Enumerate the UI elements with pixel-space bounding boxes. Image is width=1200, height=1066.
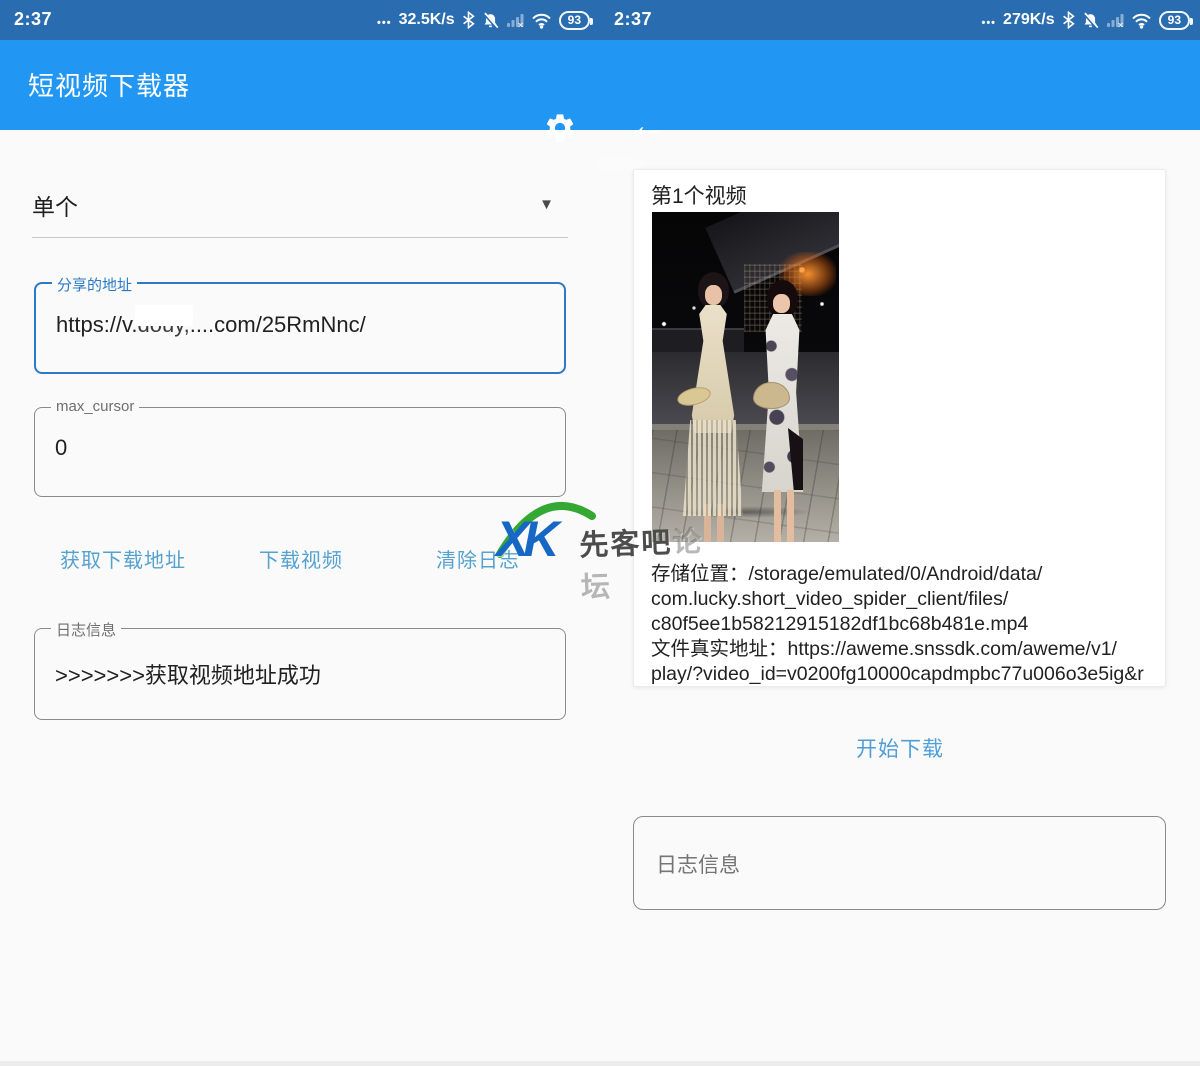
clock: 2:37 <box>14 9 52 30</box>
max-cursor-field[interactable]: max_cursor 0 <box>34 407 566 497</box>
download-video-button[interactable]: 下载视频 <box>259 544 343 573</box>
get-download-url-button[interactable]: 获取下载地址 <box>60 544 186 573</box>
share-url-field[interactable]: 分享的地址 https://v.douy,....com/25RmNnc/ <box>34 282 566 374</box>
storage-path-text: 存储位置：/storage/emulated/0/Android/data/ c… <box>651 563 1042 635</box>
fan-right <box>753 382 790 409</box>
download-log-box[interactable]: 日志信息 <box>633 816 1166 910</box>
mode-dropdown[interactable]: 单个 ▼ <box>32 188 568 238</box>
battery-icon: 93 <box>1159 11 1190 30</box>
wifi-icon <box>1131 12 1152 29</box>
status-bar-right: 2:37 ••• 279K/s 93 <box>600 0 1200 40</box>
wifi-icon <box>531 12 552 29</box>
back-arrow-icon[interactable]: ← <box>626 104 670 148</box>
battery-icon: 93 <box>559 11 590 30</box>
page-title: 短视频下载器 <box>28 66 190 103</box>
status-bar-left: 2:37 ••• 32.5K/s 93 <box>0 0 600 40</box>
share-url-label: 分享的地址 <box>52 274 137 295</box>
real-file-url-text: 文件真实地址：https://aweme.snssdk.com/aweme/v1… <box>651 638 1144 684</box>
dropdown-underline <box>32 237 568 238</box>
screenshot-bottom-edge <box>0 1061 1200 1066</box>
network-speed: 32.5K/s <box>399 11 455 29</box>
log-info-label: 日志信息 <box>51 619 121 640</box>
mute-bell-icon <box>482 12 499 29</box>
chevron-down-icon: ▼ <box>539 196 554 213</box>
clear-log-button[interactable]: 清除日志 <box>436 544 520 573</box>
max-cursor-value: 0 <box>55 435 67 461</box>
settings-gear-icon[interactable] <box>543 111 577 145</box>
start-download-button[interactable]: 开始下载 <box>600 733 1200 763</box>
video-file-info: 存储位置：/storage/emulated/0/Android/data/ c… <box>651 562 1153 684</box>
app-bar: 短视频下载器 ← <box>0 40 1200 130</box>
censored-url-segment: douy, <box>138 312 190 338</box>
app-screen: 2:37 ••• 32.5K/s 93 2:37 ••• 279K/s 93 短… <box>0 0 1200 1066</box>
video-card-title: 第1个视频 <box>651 180 747 210</box>
video-result-card: 第1个视频 存储位置：/storage/emulated/0/Android/ <box>633 169 1166 687</box>
network-activity-dots: ••• <box>377 17 392 29</box>
share-url-value: https://v.douy,....com/25RmNnc/ <box>56 312 366 338</box>
signal-icon <box>506 12 524 28</box>
network-speed: 279K/s <box>1003 11 1055 29</box>
log-info-field[interactable]: 日志信息 >>>>>>>获取视频地址成功 <box>34 628 566 720</box>
bluetooth-icon <box>1062 11 1075 29</box>
max-cursor-label: max_cursor <box>51 398 139 415</box>
signal-icon <box>1106 12 1124 28</box>
log-info-value: >>>>>>>获取视频地址成功 <box>55 658 321 690</box>
bluetooth-icon <box>462 11 475 29</box>
woman-right-figure <box>752 280 816 530</box>
mute-bell-icon <box>1082 12 1099 29</box>
mode-dropdown-value: 单个 <box>32 194 78 220</box>
download-log-placeholder: 日志信息 <box>656 849 740 879</box>
clock: 2:37 <box>614 9 652 30</box>
network-activity-dots: ••• <box>981 17 996 29</box>
censor-blur-overlay <box>135 305 193 326</box>
woman-left-figure <box>680 272 748 528</box>
video-thumbnail[interactable] <box>652 212 839 542</box>
